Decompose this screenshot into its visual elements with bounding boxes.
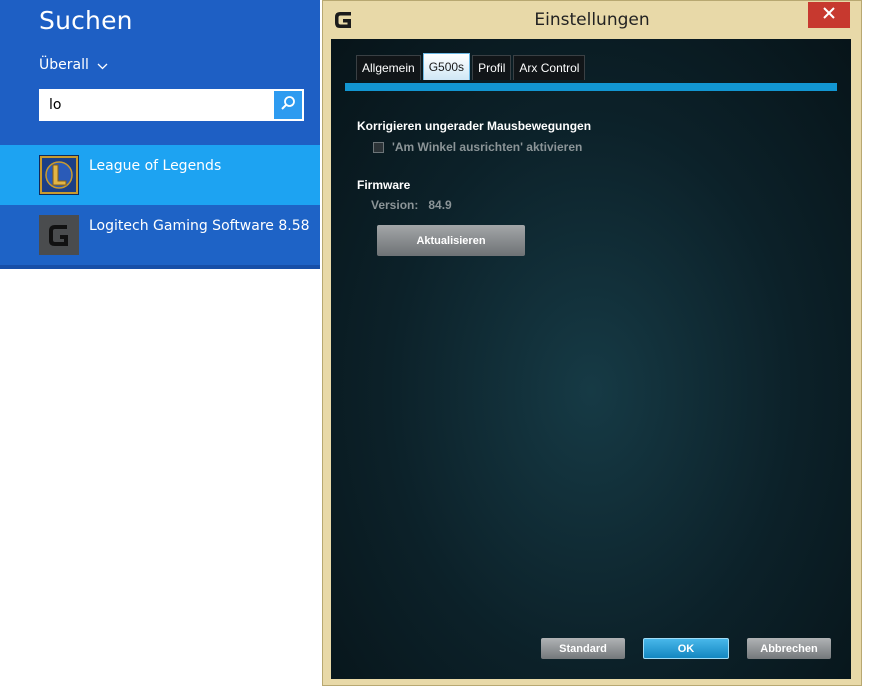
tab-bar: Allgemein G500s Profil Arx Control (356, 53, 586, 81)
close-icon (823, 6, 835, 24)
search-scope-label: Überall (39, 57, 89, 73)
tab-arx-control[interactable]: Arx Control (513, 55, 586, 80)
search-pane: Suchen Überall League of Legends (0, 0, 320, 269)
settings-content: Allgemein G500s Profil Arx Control Korri… (331, 39, 851, 679)
settings-window: Einstellungen Allgemein G500s Profil Arx… (322, 0, 862, 686)
search-button[interactable] (274, 91, 302, 119)
ok-button[interactable]: OK (643, 638, 729, 659)
tab-g500s[interactable]: G500s (422, 53, 471, 80)
angle-snapping-checkbox[interactable] (373, 141, 384, 153)
mouse-correction-heading: Korrigieren ungerader Mausbewegungen (357, 119, 592, 133)
firmware-heading: Firmware (357, 178, 411, 192)
tab-underline-bar (345, 83, 837, 91)
logitech-g-icon (39, 215, 79, 255)
window-title: Einstellungen (534, 10, 650, 30)
search-result-league-of-legends[interactable]: League of Legends (0, 145, 320, 205)
angle-snapping-label: 'Am Winkel ausrichten' aktivieren (392, 140, 583, 154)
standard-button[interactable]: Standard (541, 638, 625, 659)
tab-allgemein[interactable]: Allgemein (356, 55, 421, 80)
title-bar[interactable]: Einstellungen (323, 1, 861, 39)
search-input[interactable] (39, 89, 271, 121)
search-result-label: Logitech Gaming Software 8.58 (89, 218, 310, 234)
search-result-label: League of Legends (89, 158, 222, 174)
firmware-version: Version: 84.9 (371, 198, 452, 212)
update-firmware-button[interactable]: Aktualisieren (377, 225, 525, 256)
league-of-legends-icon (39, 155, 79, 195)
close-button[interactable] (808, 2, 850, 28)
search-pane-bottom-edge (0, 265, 320, 269)
version-label: Version: (371, 198, 419, 212)
search-icon (280, 95, 296, 116)
version-value: 84.9 (428, 198, 452, 212)
search-scope-dropdown[interactable]: Überall (39, 57, 108, 73)
angle-snapping-option[interactable]: 'Am Winkel ausrichten' aktivieren (373, 140, 582, 154)
tab-profil[interactable]: Profil (472, 55, 512, 80)
chevron-down-icon (97, 60, 108, 73)
search-result-logitech-gaming-software[interactable]: Logitech Gaming Software 8.58 (0, 205, 320, 265)
search-box (39, 89, 304, 121)
cancel-button[interactable]: Abbrechen (747, 638, 831, 659)
search-title: Suchen (39, 6, 133, 35)
